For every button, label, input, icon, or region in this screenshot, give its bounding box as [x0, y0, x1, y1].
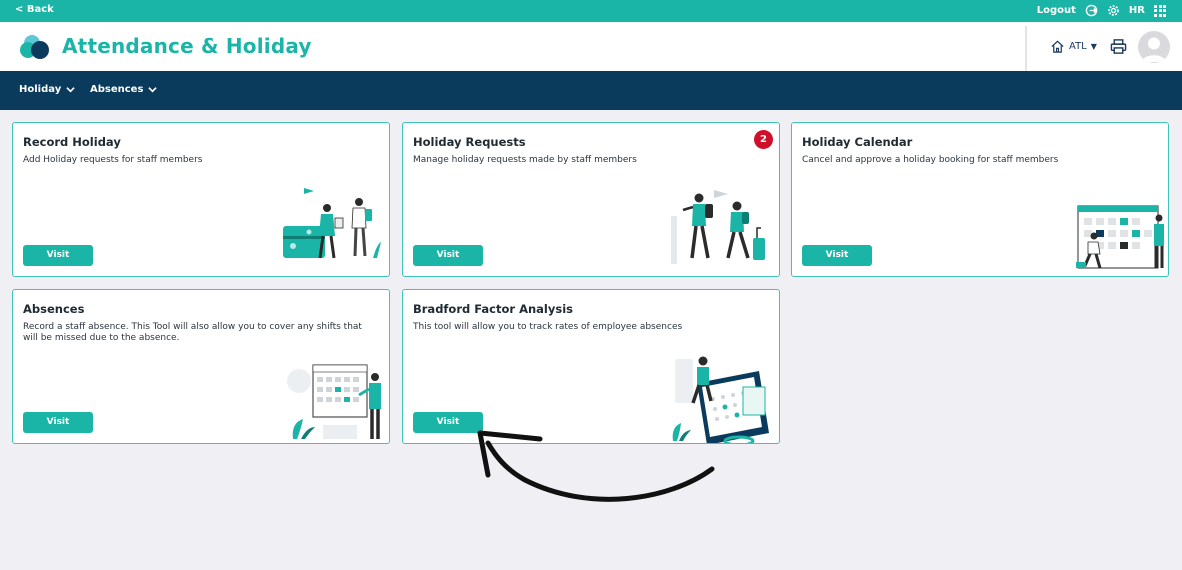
- nav-absences-label: Absences: [90, 84, 144, 95]
- print-icon[interactable]: [1110, 38, 1127, 55]
- card-bradford-factor-analysis: Bradford Factor Analysis This tool will …: [402, 289, 780, 444]
- visit-button[interactable]: Visit: [23, 245, 93, 266]
- home-icon: [1051, 40, 1064, 53]
- page-title: Attendance & Holiday: [62, 34, 312, 58]
- back-link[interactable]: < Back: [15, 4, 54, 15]
- card-description: Manage holiday requests made by staff me…: [413, 155, 637, 165]
- card-title: Holiday Requests: [413, 135, 526, 149]
- card-title: Bradford Factor Analysis: [413, 302, 573, 316]
- logout-link[interactable]: Logout: [1037, 5, 1076, 16]
- travellers-illustration: [671, 190, 765, 264]
- top-bar: < Back Logout HR: [0, 0, 1182, 22]
- nav-bar: Holiday Absences: [0, 71, 1182, 110]
- apps-grid-icon[interactable]: [1154, 4, 1166, 17]
- avatar[interactable]: [1138, 31, 1170, 63]
- card-absences: Absences Record a staff absence. This To…: [12, 289, 390, 444]
- caret-down-icon: ▼: [1090, 42, 1097, 51]
- top-bar-actions: Logout HR: [1037, 4, 1166, 17]
- visit-button[interactable]: Visit: [23, 412, 93, 433]
- site-selector[interactable]: ATL ▼: [1050, 39, 1097, 54]
- card-title: Record Holiday: [23, 135, 121, 149]
- pointer-arrow: [477, 430, 715, 502]
- card-holiday-calendar: Holiday Calendar Cancel and approve a ho…: [791, 122, 1169, 277]
- card-description: Cancel and approve a holiday booking for…: [802, 155, 1059, 165]
- chevron-down-icon: [66, 87, 75, 93]
- nav-holiday[interactable]: Holiday: [19, 84, 75, 95]
- nav-absences[interactable]: Absences: [90, 84, 158, 95]
- card-description: This tool will allow you to track rates …: [413, 322, 683, 332]
- card-description: Add Holiday requests for staff members: [23, 155, 203, 165]
- card-title: Absences: [23, 302, 85, 316]
- hr-label[interactable]: HR: [1129, 5, 1145, 16]
- chevron-down-icon: [148, 87, 158, 93]
- site-label: ATL: [1069, 41, 1087, 52]
- gear-icon[interactable]: [1107, 4, 1120, 17]
- card-record-holiday: Record Holiday Add Holiday requests for …: [12, 122, 390, 277]
- nav-holiday-label: Holiday: [19, 84, 62, 95]
- app-header: Attendance & Holiday ATL ▼: [0, 22, 1182, 71]
- card-description: Record a staff absence. This Tool will a…: [23, 322, 362, 343]
- visit-button[interactable]: Visit: [802, 245, 872, 266]
- logout-icon[interactable]: [1085, 4, 1098, 17]
- visit-button[interactable]: Visit: [413, 245, 483, 266]
- logo-icon: [20, 35, 49, 59]
- header-divider: [1025, 26, 1027, 71]
- travel-couple-illustration: [283, 188, 381, 259]
- card-holiday-requests: Holiday Requests Manage holiday requests…: [402, 122, 780, 277]
- notification-badge: 2: [754, 130, 773, 149]
- user-icon: [1142, 37, 1166, 62]
- calendar-people-illustration: [1076, 205, 1164, 269]
- calendar-woman-illustration: [287, 364, 381, 439]
- card-title: Holiday Calendar: [802, 135, 913, 149]
